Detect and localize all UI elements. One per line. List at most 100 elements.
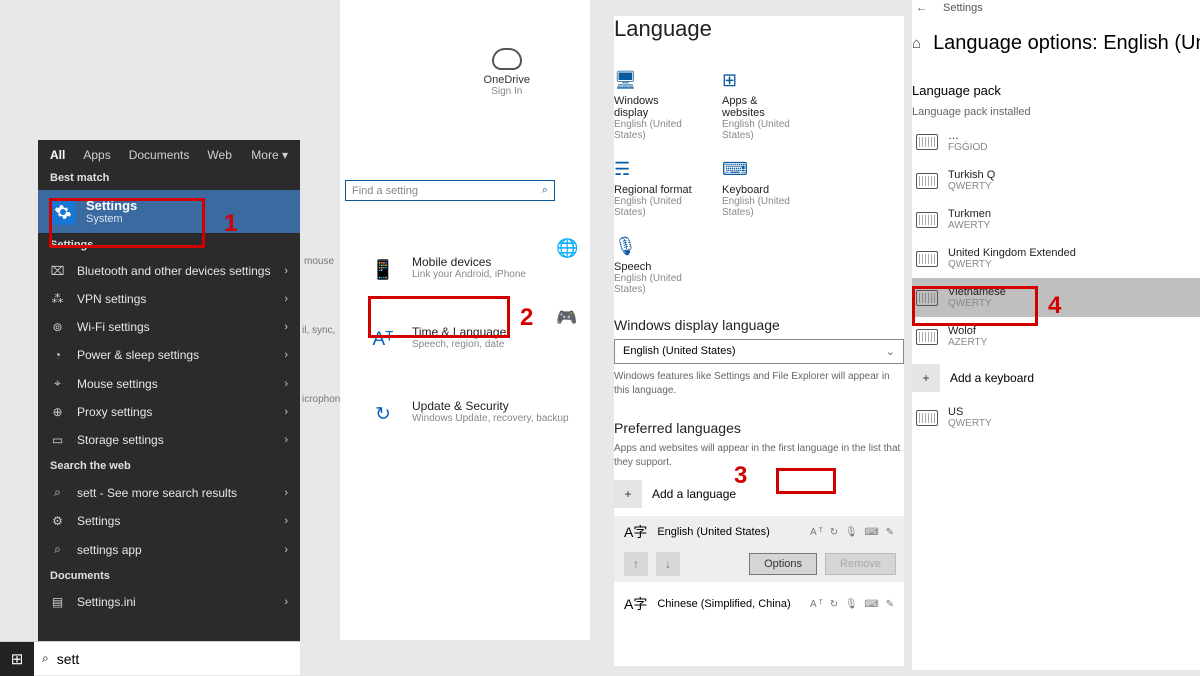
move-down-button[interactable]: ↓	[656, 552, 680, 576]
web-result[interactable]: ⌕sett - See more search results›	[38, 478, 300, 507]
settings-item[interactable]: ⊚Wi-Fi settings›	[38, 313, 300, 341]
chevron-down-icon: ⌄	[886, 345, 895, 358]
category-mobile-devices[interactable]: 📱 Mobile devicesLink your Android, iPhon…	[340, 241, 590, 285]
settings-item[interactable]: ⌧Bluetooth and other devices settings›	[38, 257, 300, 285]
preferred-languages-heading: Preferred languages	[614, 420, 904, 436]
preferred-language-name: Chinese (Simplified, China)	[657, 598, 790, 610]
search-icon: ⌕	[50, 542, 65, 557]
remove-button[interactable]: Remove	[825, 553, 896, 575]
settings-item-label: Power & sleep settings	[77, 348, 199, 362]
taskbar-search[interactable]: ⌕	[34, 651, 300, 667]
search-tabs: All Apps Documents Web More ▾	[38, 140, 300, 166]
tab-more[interactable]: More ▾	[251, 148, 288, 162]
keyboard-item[interactable]: Turkish QQWERTY	[912, 161, 1200, 200]
keyboard-icon	[916, 212, 938, 228]
device-icon: ⌧	[50, 264, 65, 278]
onedrive-title: OneDrive	[484, 74, 530, 86]
chevron-right-icon: ›	[284, 515, 288, 527]
preferred-language-item[interactable]: A字 Chinese (Simplified, China) Aᵀ ↻ 🎙 ⌨ …	[614, 590, 904, 618]
keyboard-icon: ⌨	[722, 159, 802, 180]
web-result-label: settings app	[77, 543, 142, 557]
category-subtitle: Link your Android, iPhone	[412, 269, 526, 280]
chevron-right-icon: ›	[284, 544, 288, 556]
keyboard-item[interactable]: …FGĠIOD	[912, 122, 1200, 161]
tab-apps[interactable]: Apps	[83, 148, 110, 162]
find-setting-box[interactable]: Find a setting ⌕	[345, 180, 555, 201]
onedrive-tile[interactable]: OneDrive Sign In	[484, 48, 530, 97]
preferred-languages-help: Apps and websites will appear in the fir…	[614, 442, 904, 470]
start-search-panel: All Apps Documents Web More ▾ Best match…	[38, 140, 300, 670]
language-pack-status: Language pack installed	[912, 106, 1200, 118]
tab-all[interactable]: All	[50, 148, 65, 162]
preferred-language-item[interactable]: A字 English (United States) Aᵀ ↻ 🎙 ⌨ ✎ ↑ …	[614, 516, 904, 582]
web-result[interactable]: ⌕ settings app ›	[38, 535, 300, 564]
keyboard-item-selected[interactable]: VietnameseQWERTY	[912, 278, 1200, 317]
language-options-page: ← Settings ⌂ Language options: English (…	[912, 0, 1200, 670]
add-language[interactable]: + Add a language	[614, 480, 904, 508]
keyboard-icon	[916, 251, 938, 267]
start-button[interactable]: ⊞	[0, 642, 34, 676]
keyboard-item[interactable]: United Kingdom ExtendedQWERTY	[912, 239, 1200, 278]
storage-icon: ▭	[50, 433, 65, 447]
keyboard-item[interactable]: USQWERTY	[912, 398, 1200, 437]
move-up-button[interactable]: ↑	[624, 552, 648, 576]
settings-item[interactable]: ⌖Mouse settings›	[38, 369, 300, 398]
settings-item[interactable]: ◔Power & sleep settings›	[38, 341, 300, 369]
home-icon[interactable]: ⌂	[912, 35, 921, 52]
tab-web[interactable]: Web	[207, 148, 231, 162]
feature-icons: Aᵀ ↻ 🎙 ⌨ ✎	[810, 599, 896, 610]
speech-icon: 🎙	[614, 236, 694, 257]
mouse-icon: ⌖	[50, 376, 65, 391]
cloud-icon	[492, 48, 522, 70]
keyboard-item[interactable]: WolofAZERTY	[912, 317, 1200, 356]
sync-icon: ↻	[368, 399, 398, 429]
gear-icon: ⚙	[50, 514, 65, 528]
settings-item-label: Storage settings	[77, 433, 164, 447]
category-subtitle: Speech, region, date	[412, 339, 506, 350]
phone-icon: 📱	[368, 255, 398, 285]
search-input[interactable]	[57, 651, 292, 667]
doc-result[interactable]: ▤Settings.ini›	[38, 588, 300, 616]
add-keyboard-label: Add a keyboard	[950, 371, 1034, 385]
settings-item[interactable]: ⊕Proxy settings›	[38, 398, 300, 426]
keyboard-icon	[916, 290, 938, 306]
page-title: Language options: English (Unite	[933, 32, 1200, 55]
lang-tile[interactable]: ⊞Apps & websitesEnglish (United States)	[722, 70, 802, 141]
category-title: Time & Language	[412, 325, 506, 339]
web-result[interactable]: ⚙Settings›	[38, 507, 300, 535]
keyboard-list: …FGĠIOD Turkish QQWERTY TurkmenAWERTY Un…	[912, 122, 1200, 356]
wifi-icon: ⊚	[50, 320, 65, 334]
tab-documents[interactable]: Documents	[129, 148, 190, 162]
keyboard-icon	[916, 410, 938, 426]
back-icon[interactable]: ←	[916, 2, 927, 14]
add-language-label: Add a language	[652, 487, 736, 501]
category-time-language[interactable]: Aᵀ Time & LanguageSpeech, region, date	[340, 311, 590, 355]
category-update-security[interactable]: ↻ Update & SecurityWindows Update, recov…	[340, 385, 590, 429]
category-title: Update & Security	[412, 399, 569, 413]
lang-tile[interactable]: ☴Regional formatEnglish (United States)	[614, 159, 694, 218]
chevron-right-icon: ›	[284, 434, 288, 446]
gamepad-icon: 🎮	[556, 308, 596, 328]
apps-icon: ⊞	[722, 70, 802, 91]
settings-item[interactable]: ⁂VPN settings›	[38, 285, 300, 313]
lang-tile[interactable]: 🎙SpeechEnglish (United States)	[614, 236, 694, 295]
best-match-settings[interactable]: Settings System	[38, 190, 300, 233]
settings-section-label: Settings	[38, 233, 300, 257]
gear-icon	[50, 199, 76, 225]
documents-section-label: Documents	[38, 564, 300, 588]
page-title: Language	[614, 16, 904, 42]
lang-tile[interactable]: ⌨KeyboardEnglish (United States)	[722, 159, 802, 218]
lang-tile[interactable]: 🖥Windows displayEnglish (United States)	[614, 70, 694, 141]
add-keyboard[interactable]: + Add a keyboard	[912, 364, 1200, 392]
chevron-right-icon: ›	[284, 378, 288, 390]
breadcrumb-label: Settings	[943, 2, 983, 14]
options-button[interactable]: Options	[749, 553, 817, 575]
keyboard-item[interactable]: TurkmenAWERTY	[912, 200, 1200, 239]
display-language-dropdown[interactable]: English (United States) ⌄	[614, 339, 904, 364]
chevron-right-icon: ›	[284, 406, 288, 418]
chevron-right-icon: ›	[284, 265, 288, 277]
file-icon: ▤	[50, 595, 65, 609]
chevron-right-icon: ›	[284, 321, 288, 333]
language-icon: A字	[624, 594, 647, 614]
settings-item[interactable]: ▭ Storage settings ›	[38, 426, 300, 454]
